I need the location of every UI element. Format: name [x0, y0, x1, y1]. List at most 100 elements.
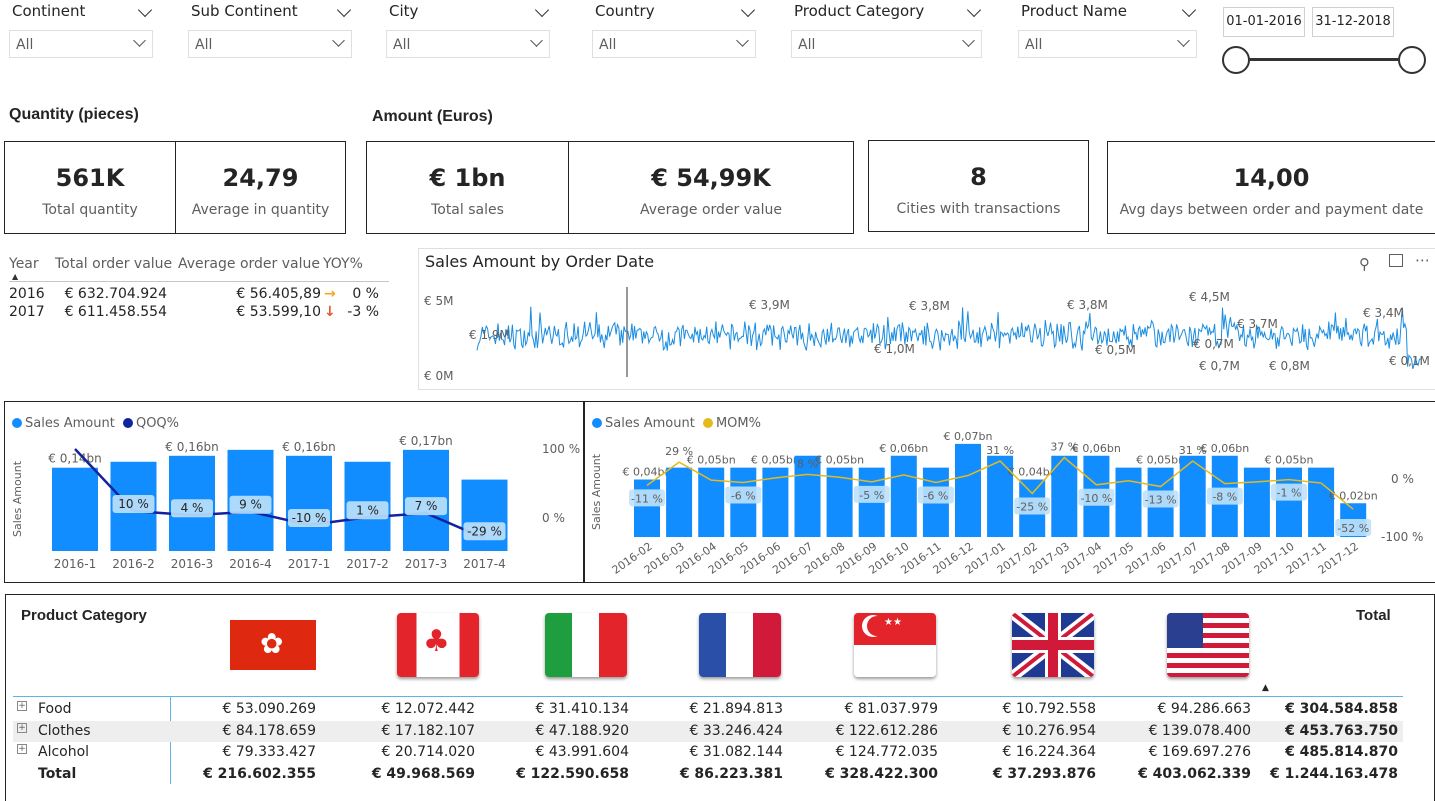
date-slider-start-handle[interactable]: [1222, 46, 1250, 74]
slicer-dropdown[interactable]: All: [386, 30, 550, 58]
sales-bar: [1308, 467, 1335, 537]
line-data-label: € 3,9M: [749, 298, 790, 312]
slicer-title[interactable]: Product Name: [1021, 2, 1197, 20]
uk-flag-icon: [1012, 613, 1094, 677]
matrix-row: + Food € 53.090.269 € 12.072.442 € 31.410.13…: [13, 699, 1403, 720]
line-data-label: € 0,8M: [1269, 359, 1310, 373]
card-value: 14,00: [1233, 164, 1310, 192]
expand-icon[interactable]: +: [17, 744, 27, 754]
chevron-down-icon[interactable]: [740, 2, 756, 18]
matrix-row-total: € 304.584.858: [1285, 701, 1398, 717]
date-slider-track[interactable]: [1236, 58, 1412, 61]
yoy-table-row: 2016 € 632.704.924 € 56.405,89 → 0 %: [9, 286, 389, 304]
cell-year: 2017: [9, 304, 45, 320]
slicer-title[interactable]: Sub Continent: [191, 2, 352, 20]
sales-bar: [1243, 467, 1270, 537]
x-tick-label: 2017-1: [288, 557, 331, 571]
matrix-cell: € 122.590.658: [516, 766, 629, 782]
pct-data-label: 1 %: [356, 503, 379, 517]
line-data-label: € 3,7M: [1237, 317, 1278, 331]
matrix-total-row: Total € 216.602.355 € 49.968.569 € 122.590.…: [13, 764, 1403, 785]
bar-data-label: € 0,05bn: [687, 454, 736, 467]
header-average-order-value[interactable]: Average order value: [178, 256, 320, 272]
sales-bar: [286, 455, 332, 551]
x-tick-label: 2017-4: [463, 557, 506, 571]
card-average-quantity: 24,79 Average in quantity: [175, 141, 346, 234]
mom-bar-chart[interactable]: Sales Amount 0 %-100 %2016-02€ 0,04bn2016…: [585, 402, 1435, 584]
y2-tick: 100 %: [542, 442, 580, 456]
card-value: € 54,99K: [651, 164, 771, 192]
slicer-dropdown[interactable]: All: [1018, 30, 1197, 58]
chevron-down-icon[interactable]: [966, 2, 982, 18]
line-data-label: € 0,7M: [1199, 359, 1240, 373]
singapore-flag-icon: ★★: [854, 613, 936, 677]
pct-data-label: -11 %: [631, 492, 663, 505]
slicer-title-text: Country: [595, 2, 655, 20]
bar-data-label: € 0,05bn: [1265, 454, 1314, 467]
pct-data-label: 10 %: [118, 497, 149, 511]
expand-icon[interactable]: +: [17, 722, 27, 733]
hong-kong-flag-icon: ✿: [230, 620, 316, 670]
chevron-down-icon[interactable]: [530, 34, 543, 47]
chevron-down-icon[interactable]: [962, 34, 975, 47]
matrix-cell: € 122.612.286: [835, 722, 938, 739]
pct-data-label: 4 %: [181, 501, 204, 515]
slicer-title-text: Continent: [12, 2, 86, 20]
pct-data-label: -52 %: [1337, 522, 1369, 535]
header-total-order-value[interactable]: Total order value: [55, 256, 172, 272]
row-label[interactable]: Alcohol: [38, 744, 89, 760]
qoq-bar-chart[interactable]: Sales Amount 100 % 0 % 2016-1 € 0,14bn 2016-2…: [5, 402, 585, 584]
matrix-cell: € 139.078.400: [1148, 722, 1251, 739]
start-date-input[interactable]: 01-01-2016: [1223, 7, 1305, 37]
matrix-row: + Clothes € 84.178.659 € 17.182.107 € 47.188…: [13, 720, 1403, 742]
slicer-dropdown[interactable]: All: [9, 30, 153, 58]
end-date-input[interactable]: 31-12-2018: [1312, 7, 1394, 37]
chevron-down-icon[interactable]: [133, 34, 146, 47]
line-data-label: € 0,1M: [1389, 354, 1430, 368]
chevron-down-icon[interactable]: [736, 34, 749, 47]
slicer-title[interactable]: Product Category: [794, 2, 982, 20]
chevron-down-icon[interactable]: [1181, 2, 1197, 18]
slicer-title[interactable]: Country: [595, 2, 756, 20]
header-year[interactable]: Year: [9, 256, 39, 272]
quantity-section-title: Quantity (pieces): [9, 106, 139, 123]
card-total-sales: € 1bn Total sales: [366, 141, 569, 234]
expand-icon[interactable]: +: [17, 701, 27, 711]
chevron-down-icon[interactable]: [137, 2, 153, 18]
chevron-down-icon[interactable]: [1177, 34, 1190, 47]
chevron-down-icon[interactable]: [336, 2, 352, 18]
line-data-label: € 3,8M: [1067, 298, 1108, 312]
slicer-title[interactable]: Continent: [12, 2, 153, 20]
sales-line-chart[interactable]: € 5M € 0M € 1,9M € 3,9M € 3,8M € 3,8M € 4,5M…: [419, 249, 1435, 391]
slicer-dropdown[interactable]: All: [592, 30, 756, 58]
slicer-dropdown[interactable]: All: [791, 30, 982, 58]
chevron-down-icon[interactable]: [534, 2, 550, 18]
card-label: Average order value: [640, 202, 782, 218]
bar-data-label: € 0,05bn: [751, 454, 800, 467]
x-tick-label: 2016-4: [229, 557, 272, 571]
date-slider-end-handle[interactable]: [1398, 46, 1426, 74]
bar-data-label: € 0,04bn: [623, 466, 672, 479]
pct-data-label: 7 %: [415, 499, 438, 513]
row-label[interactable]: Food: [38, 701, 72, 717]
sort-ascending-icon[interactable]: ▲: [12, 272, 18, 281]
pct-data-label: -6 %: [923, 489, 948, 502]
line-data-label: € 3,4M: [1363, 306, 1404, 320]
chevron-down-icon[interactable]: [332, 34, 345, 47]
sort-descending-icon[interactable]: ▲: [1262, 683, 1269, 693]
slicer-dropdown[interactable]: All: [188, 30, 352, 58]
cell-total: € 632.704.924: [64, 286, 167, 302]
bar-data-label: € 0,16bn: [165, 440, 218, 454]
matrix-cell: € 49.968.569: [371, 766, 475, 782]
matrix-cell: € 17.182.107: [381, 722, 475, 739]
line-data-label: € 0,5M: [1095, 343, 1136, 357]
slicer-title[interactable]: City: [389, 2, 550, 20]
row-label[interactable]: Clothes: [38, 723, 91, 739]
cell-average: € 53.599,10: [236, 304, 321, 320]
slicer-selected-value: All: [1025, 37, 1043, 53]
slicer-title-text: Sub Continent: [191, 2, 298, 20]
line-data-label: € 4,5M: [1189, 290, 1230, 304]
card-cities-with-transactions: 8 Cities with transactions: [868, 140, 1089, 232]
matrix-header-divider: [13, 696, 1403, 697]
header-yoy[interactable]: YOY%: [323, 256, 363, 272]
